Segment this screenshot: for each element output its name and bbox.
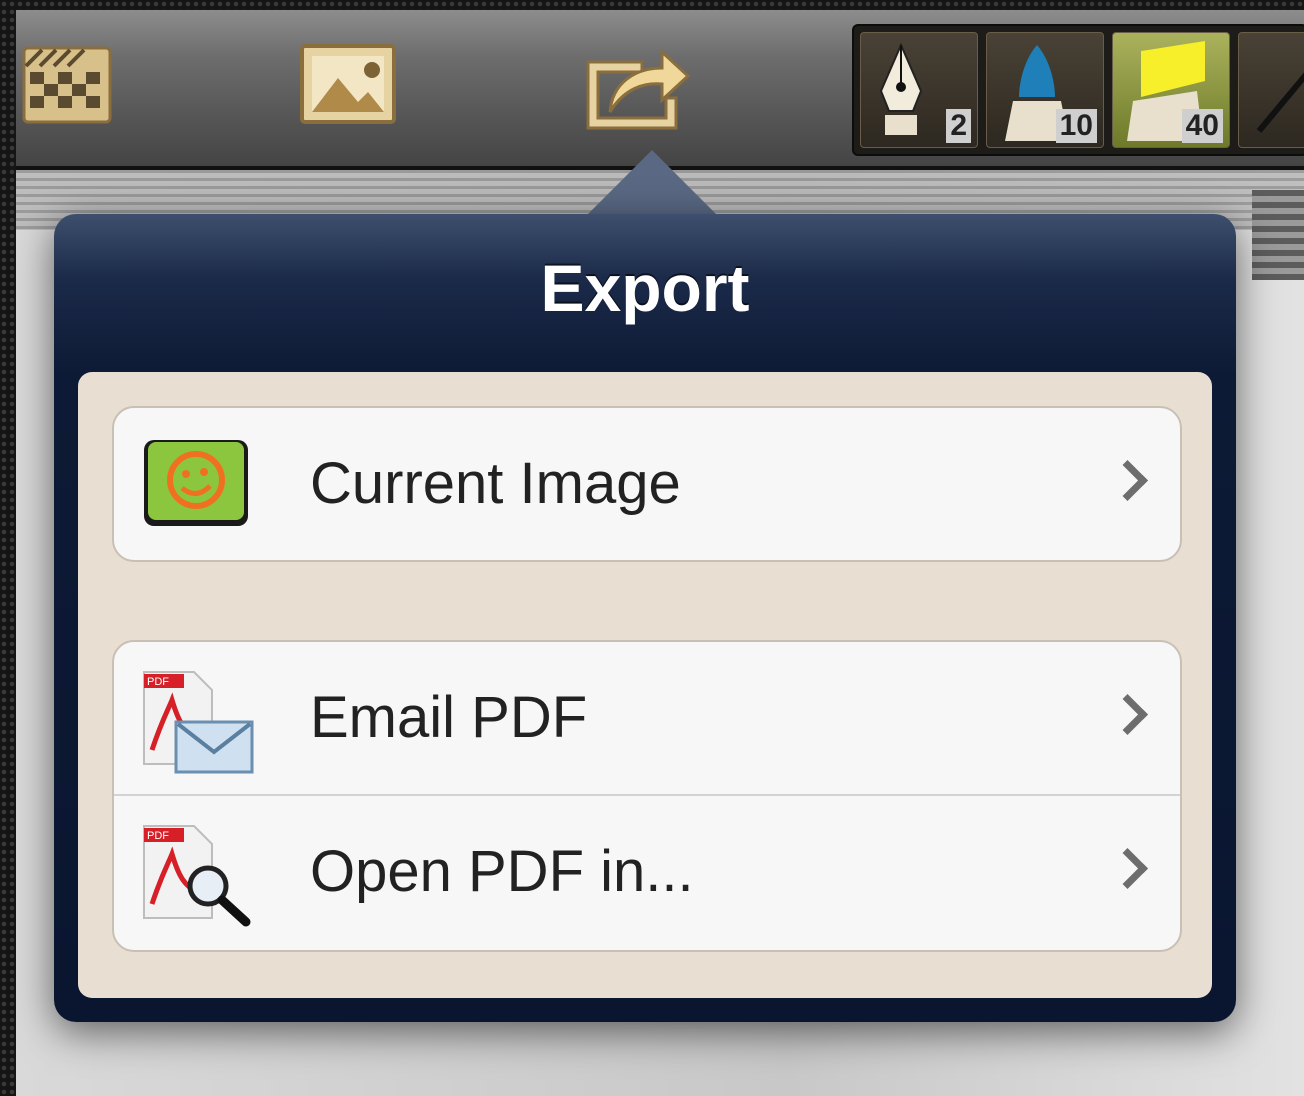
brush-pencil[interactable]: [1238, 32, 1304, 148]
brush-size: 2: [946, 109, 971, 143]
brush-highlighter[interactable]: 40: [1112, 32, 1230, 148]
fountain-pen-icon: [879, 42, 923, 135]
row-label: Email PDF: [310, 685, 588, 750]
pdf-search-icon: PDF: [138, 824, 254, 927]
page-list-tab[interactable]: [1252, 190, 1304, 280]
left-frame: [0, 0, 16, 1096]
export-popover: Export Current Image PDF Email PDF PDF O…: [54, 214, 1236, 1022]
email-pdf-row[interactable]: PDF Email PDF: [114, 642, 1180, 794]
brush-size: 10: [1055, 109, 1097, 143]
popover-title: Export: [540, 251, 750, 325]
row-label: Open PDF in...: [310, 839, 694, 904]
popover-arrow: [586, 150, 718, 216]
svg-text:PDF: PDF: [147, 830, 169, 842]
pdf-email-icon: PDF: [138, 670, 254, 774]
export-image-group: Current Image: [112, 406, 1182, 562]
chevron-right-icon: [1106, 847, 1149, 890]
share-icon[interactable]: [582, 38, 692, 134]
svg-text:PDF: PDF: [147, 676, 169, 688]
top-frame: [0, 0, 1304, 10]
brush-size: 40: [1181, 109, 1223, 143]
current-image-row[interactable]: Current Image: [114, 408, 1180, 560]
export-pdf-group: PDF Email PDF PDF Open PDF in...: [112, 640, 1182, 952]
pencil-icon: [1256, 72, 1304, 133]
chevron-right-icon: [1106, 459, 1149, 502]
brush-marker[interactable]: 10: [986, 32, 1104, 148]
row-label: Current Image: [310, 451, 681, 516]
brush-tray: 2 10 40: [852, 24, 1304, 156]
picture-icon[interactable]: [298, 42, 398, 132]
chevron-right-icon: [1106, 693, 1149, 736]
checker-icon[interactable]: [16, 42, 114, 128]
popover-body: Current Image PDF Email PDF PDF Open PDF…: [78, 372, 1212, 998]
app-image-icon: [138, 436, 254, 536]
brush-pen[interactable]: 2: [860, 32, 978, 148]
open-pdf-in-row[interactable]: PDF Open PDF in...: [114, 794, 1180, 948]
top-toolbar: 2 10 40: [16, 10, 1304, 170]
